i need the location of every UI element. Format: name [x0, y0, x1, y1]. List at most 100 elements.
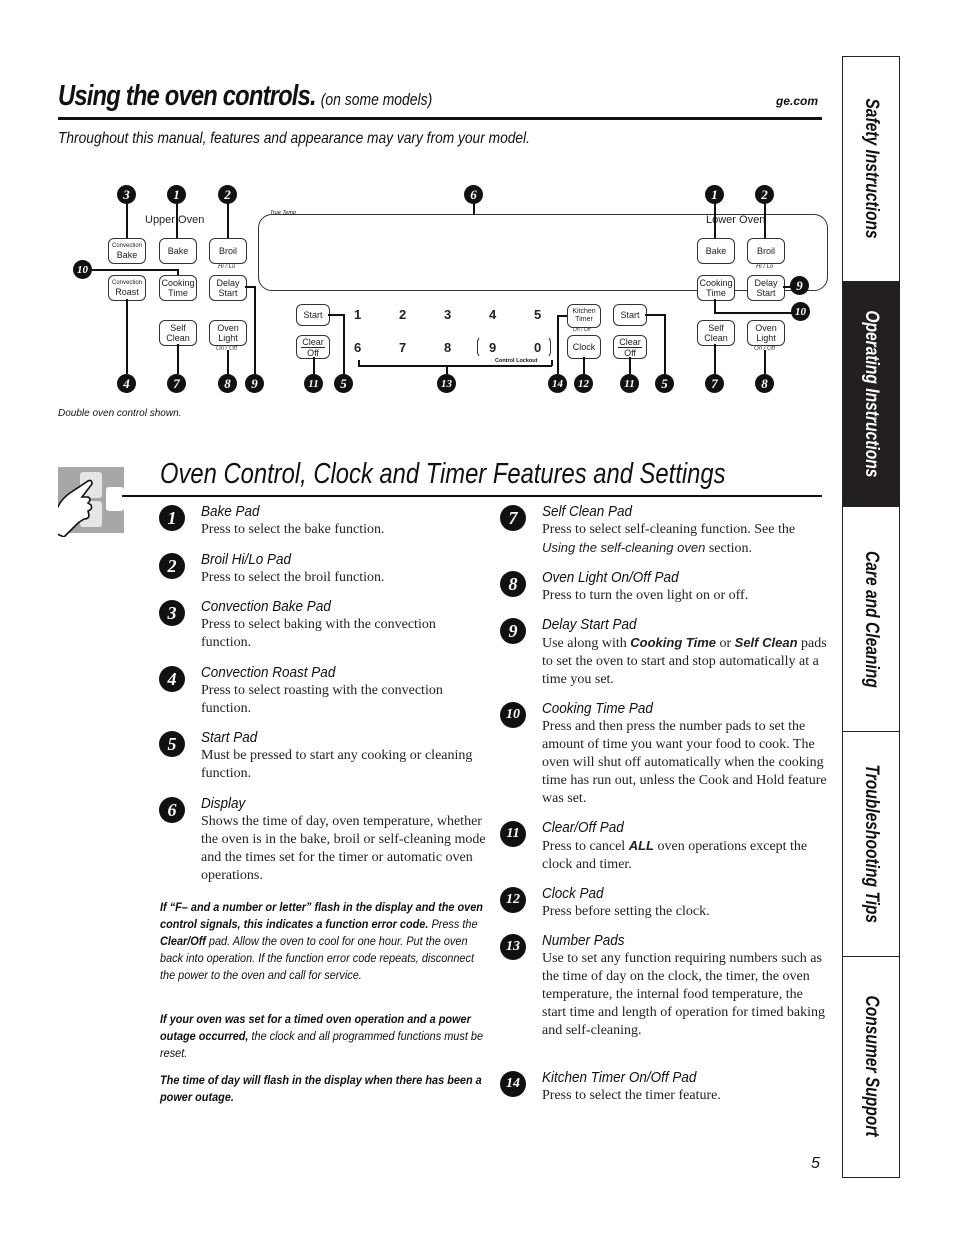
feature-title: Clock Pad: [542, 885, 604, 902]
upper-self-clean-pad[interactable]: Self Clean: [159, 320, 197, 346]
tab-label: Operating Instructions: [861, 310, 882, 478]
feature-title: Self Clean Pad: [542, 503, 633, 520]
kitchen-timer-on-off-label: On / Off: [573, 327, 591, 333]
tab-operating-instructions[interactable]: Operating Instructions: [843, 282, 899, 507]
number-badge: 1: [159, 505, 185, 531]
number-pad-4[interactable]: 4: [489, 307, 496, 322]
pad-label: Self: [708, 323, 724, 333]
feature-item: 3 Convection Bake Pad Press to select ba…: [159, 598, 486, 652]
error-code-note: If “F– and a number or letter” flash in …: [160, 899, 486, 984]
feature-title: Clear/Off Pad: [542, 819, 624, 836]
pad-label: Time: [168, 288, 188, 298]
number-badge: 2: [159, 553, 185, 579]
leader-line: [473, 203, 475, 215]
feature-title: Convection Roast Pad: [201, 664, 336, 681]
tab-safety-instructions[interactable]: Safety Instructions: [843, 57, 899, 282]
callout-10: 10: [73, 260, 92, 279]
upper-delay-start-pad[interactable]: Delay Start: [209, 275, 247, 301]
number-badge: 14: [500, 1071, 526, 1097]
desc-emphasis: Using the self-cleaning oven: [542, 540, 706, 555]
pad-label: Start: [218, 288, 238, 298]
display-window: [258, 214, 828, 291]
feature-title: Convection Bake Pad: [201, 598, 331, 615]
leader-line: [645, 314, 664, 316]
note-bold: Clear/Off: [160, 934, 206, 948]
desc-bold: Cooking Time: [630, 635, 716, 650]
upper-start-pad[interactable]: Start: [296, 304, 330, 326]
tab-label: Care and Cleaning: [861, 550, 882, 688]
desc-text: Press to select self-cleaning function. …: [542, 522, 796, 537]
leader-line: [92, 269, 178, 271]
clock-pad[interactable]: Clock: [567, 335, 601, 359]
number-badge: 4: [159, 666, 185, 692]
pad-label: Broil: [218, 246, 237, 256]
lower-delay-start-pad[interactable]: Delay Start: [747, 275, 785, 301]
callout-2: 2: [755, 185, 774, 204]
feature-desc: Shows the time of day, oven temperature,…: [201, 814, 486, 883]
section-rule: [122, 495, 822, 497]
number-pad-1[interactable]: 1: [354, 307, 361, 322]
number-badge: 8: [500, 571, 526, 597]
number-pad-6[interactable]: 6: [354, 340, 361, 355]
tab-troubleshooting-tips[interactable]: Troubleshooting Tips: [843, 732, 899, 957]
feature-desc: Press to turn the oven light on or off.: [542, 588, 749, 603]
number-pad-3[interactable]: 3: [444, 307, 451, 322]
convection-bake-pad[interactable]: Convection Bake: [108, 238, 146, 264]
oven-control-diagram: Upper Oven Lower Oven True Temp Convecti…: [0, 170, 840, 405]
lower-oven-light-pad[interactable]: Oven Light: [747, 320, 785, 346]
tab-consumer-support[interactable]: Consumer Support: [843, 957, 899, 1176]
feature-title: Kitchen Timer On/Off Pad: [542, 1069, 697, 1086]
number-pad-8[interactable]: 8: [444, 340, 451, 355]
leader-line: [714, 312, 792, 314]
upper-broil-pad[interactable]: Broil: [209, 238, 247, 264]
feature-title: Oven Light On/Off Pad: [542, 569, 679, 586]
pad-label: Light: [218, 333, 238, 343]
leader-line: [557, 315, 567, 317]
pad-label: Bake: [705, 246, 727, 256]
upper-clear-off-pad[interactable]: Clear Off: [296, 335, 330, 359]
upper-cooking-time-pad[interactable]: Cooking Time: [159, 275, 197, 301]
pad-label: Roast: [115, 286, 139, 297]
time-flash-note: The time of day will flash in the displa…: [160, 1072, 486, 1106]
leader-line: [328, 314, 343, 316]
upper-oven-label: Upper Oven: [145, 214, 205, 226]
site-link[interactable]: ge.com: [776, 94, 818, 108]
desc-bold: Self Clean: [734, 635, 798, 650]
leader-line: [126, 203, 128, 238]
leader-line: [764, 350, 766, 374]
callout-10: 10: [791, 302, 810, 321]
callout-5: 5: [655, 374, 674, 393]
upper-bake-pad[interactable]: Bake: [159, 238, 197, 264]
lower-bake-pad[interactable]: Bake: [697, 238, 735, 264]
callout-12: 12: [574, 374, 593, 393]
leader-line: [358, 365, 552, 367]
number-badge: 12: [500, 887, 526, 913]
tab-label: Troubleshooting Tips: [861, 764, 882, 924]
leader-line: [583, 357, 585, 374]
convection-roast-pad[interactable]: Convection Roast: [108, 275, 146, 301]
leader-line: [177, 269, 179, 275]
tab-care-and-cleaning[interactable]: Care and Cleaning: [843, 507, 899, 732]
feature-title: Broil Hi/Lo Pad: [201, 551, 292, 568]
callout-9: 9: [245, 374, 264, 393]
number-badge: 5: [159, 731, 185, 757]
feature-title: Start Pad: [201, 729, 258, 746]
lower-self-clean-pad[interactable]: Self Clean: [697, 320, 735, 346]
page-title-sub: (on some models): [320, 90, 433, 109]
feature-item: 5 Start Pad Must be pressed to start any…: [159, 729, 486, 783]
intro-text: Throughout this manual, features and app…: [58, 130, 530, 147]
feature-item: 6 Display Shows the time of day, oven te…: [159, 795, 486, 885]
number-pad-2[interactable]: 2: [399, 307, 406, 322]
pad-label-small: Convection: [111, 279, 143, 286]
lower-clear-off-pad[interactable]: Clear Off: [613, 335, 647, 359]
leader-line: [126, 299, 128, 374]
number-pad-5[interactable]: 5: [534, 307, 541, 322]
lower-broil-pad[interactable]: Broil: [747, 238, 785, 264]
upper-oven-light-pad[interactable]: Oven Light: [209, 320, 247, 346]
number-pad-7[interactable]: 7: [399, 340, 406, 355]
kitchen-timer-pad[interactable]: Kitchen Timer: [567, 304, 601, 328]
pad-label: Oven: [755, 323, 777, 333]
lower-cooking-time-pad[interactable]: Cooking Time: [697, 275, 735, 301]
lower-start-pad[interactable]: Start: [613, 304, 647, 326]
pad-label: Time: [706, 288, 726, 298]
